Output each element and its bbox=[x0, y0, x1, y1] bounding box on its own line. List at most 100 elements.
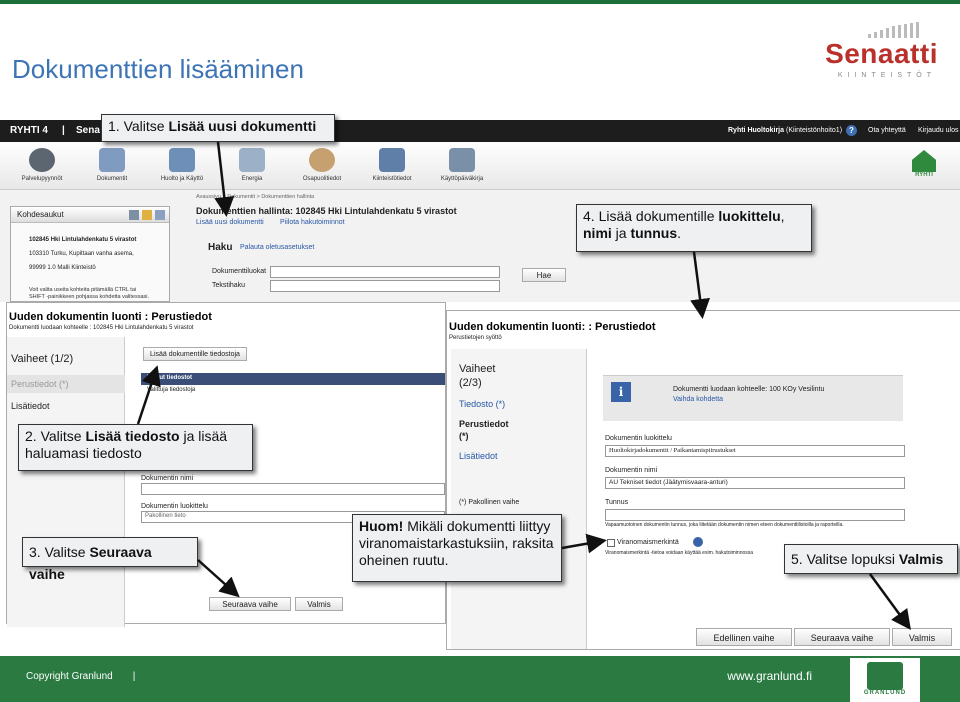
official-checkbox[interactable] bbox=[607, 539, 615, 547]
footer-bar: Copyright Granlund | www.granlund.fi bbox=[0, 656, 960, 702]
doc-name-input[interactable] bbox=[141, 483, 445, 495]
list-icon[interactable] bbox=[155, 210, 165, 220]
text-label: Tekstihaku bbox=[212, 282, 246, 289]
logo-bars-icon bbox=[868, 22, 919, 38]
required-note: (*) Pakollinen vaihe bbox=[459, 499, 520, 506]
main-toolbar: Palvelupyynnöt Dokumentit Huolto ja Käyt… bbox=[0, 142, 960, 190]
search-button[interactable]: Hae bbox=[522, 268, 566, 282]
help-icon[interactable]: ? bbox=[846, 125, 857, 136]
selected-files-header: Valitut tiedostot bbox=[141, 373, 445, 385]
add-file-button[interactable]: Lisää dokumentille tiedostoja bbox=[143, 347, 247, 361]
official-note: Viranomaismerkintä -tietoa voidaan käytt… bbox=[605, 550, 754, 556]
ryhti-home[interactable]: RYHTI bbox=[910, 150, 938, 186]
brand-separator: | bbox=[62, 125, 65, 136]
star-icon[interactable] bbox=[142, 210, 152, 220]
step1-steps-title: Vaiheet (1/2) bbox=[11, 353, 74, 365]
energy-chart-icon bbox=[239, 148, 265, 172]
info-box: i Dokumentti luodaan kohteelle: 100 KOy … bbox=[603, 375, 903, 421]
breadcrumb: Avaussivu > Dokumentit > Dokumenttien ha… bbox=[196, 194, 315, 200]
toolbar-kayttopaivakirja[interactable]: Käyttöpäiväkirja bbox=[432, 148, 492, 182]
step2-next-button[interactable]: Seuraava vaihe bbox=[794, 628, 890, 646]
info-icon: i bbox=[611, 382, 631, 402]
step2-id-label: Tunnus bbox=[605, 499, 629, 506]
step2-name-input[interactable]: AU Tekniset tiedot (Jäätymisvaara-anturi… bbox=[605, 477, 905, 489]
contact-link[interactable]: Ota yhteyttä bbox=[868, 127, 906, 134]
step2-step-file[interactable]: Tiedosto (*) bbox=[459, 399, 505, 409]
granlund-mark-icon bbox=[867, 662, 903, 690]
step2-window: Uuden dokumentin luonti: : Perustiedot P… bbox=[446, 310, 960, 650]
step2-subtitle: Perustietojen syöttö bbox=[449, 335, 502, 341]
step2-id-input[interactable] bbox=[605, 509, 905, 521]
step2-steps-title: Vaiheet bbox=[459, 363, 496, 375]
step2-steps-count: (2/3) bbox=[459, 377, 482, 389]
tree-panel: Kohdesaukut 102845 Hki Lintulahdenkatu 5… bbox=[10, 206, 170, 302]
house-icon bbox=[912, 150, 936, 172]
step2-class-select[interactable]: Huoltokirjadokumentit / Paikantamispiiru… bbox=[605, 445, 905, 457]
toolbar-kiinteistotiedot[interactable]: Kiinteistötiedot bbox=[362, 148, 422, 182]
user-role: (Kiinteistönhoito1) bbox=[786, 127, 843, 134]
selected-files-row: Valittuja tiedostoja bbox=[147, 387, 196, 393]
step2-step-basic-req: (*) bbox=[459, 431, 469, 441]
step2-title: Uuden dokumentin luonti: : Perustiedot bbox=[449, 321, 656, 333]
logo-sub: KIINTEISTÖT bbox=[837, 72, 936, 79]
tools-icon bbox=[169, 148, 195, 172]
step1-finish-button[interactable]: Valmis bbox=[295, 597, 343, 611]
toolbar-osapuolitiedot[interactable]: Osapuolitiedot bbox=[292, 148, 352, 182]
hide-search-link[interactable]: Piilota hakutoiminnot bbox=[280, 219, 345, 226]
tree-item[interactable]: 102845 Hki Lintulahdenkatu 5 virastot bbox=[29, 237, 136, 243]
toolbar-huolto[interactable]: Huolto ja Käyttö bbox=[152, 148, 212, 182]
callout-step5: 5. Valitse lopuksi Valmis bbox=[784, 544, 958, 574]
app-brand: RYHTI 4 bbox=[10, 125, 48, 136]
class-label: Dokumenttiluokat bbox=[212, 268, 267, 275]
class-select[interactable] bbox=[270, 266, 500, 278]
step1-step-basic[interactable]: Perustiedot (*) bbox=[11, 379, 69, 389]
slide-title: Dokumenttien lisääminen bbox=[12, 54, 304, 84]
search-title: Haku bbox=[208, 242, 233, 253]
website-link[interactable]: www.granlund.fi bbox=[727, 669, 812, 683]
step2-step-basic[interactable]: Perustiedot bbox=[459, 419, 509, 429]
step1-step-extra[interactable]: Lisätiedot bbox=[11, 401, 50, 411]
folder-icon bbox=[99, 148, 125, 172]
tree-hint: Voit valita useita kohteita pitämällä CT… bbox=[29, 287, 137, 293]
step1-title: Uuden dokumentin luonti : Perustiedot bbox=[9, 311, 212, 323]
callout-step2: 2. Valitse Lisää tiedosto ja lisää haluam… bbox=[18, 424, 253, 471]
info-text: Dokumentti luodaan kohteelle: 100 KOy Ve… bbox=[673, 386, 825, 393]
callout-step1: 1. Valitse Lisää uusi dokumentti bbox=[101, 114, 335, 142]
callout-step3: 3. Valitse Seuraava vaihe bbox=[22, 537, 198, 582]
hallinta-panel: Avaussivu > Dokumentit > Dokumenttien ha… bbox=[190, 192, 520, 304]
toolbar-energia[interactable]: Energia bbox=[222, 148, 282, 182]
home-icon[interactable] bbox=[129, 210, 139, 220]
building-icon bbox=[379, 148, 405, 172]
official-label: Viranomaismerkintä bbox=[617, 539, 679, 546]
step2-class-label: Dokumentin luokittelu bbox=[605, 435, 672, 442]
step1-subtitle: Dokumentti luodaan kohteelle : 102845 Hk… bbox=[9, 325, 194, 331]
tree-item[interactable]: 99999 1.0 Malli Kiinteistö bbox=[29, 265, 96, 271]
step2-finish-button[interactable]: Valmis bbox=[892, 628, 952, 646]
toolbar-dokumentit[interactable]: Dokumentit bbox=[82, 148, 142, 182]
logo-name: Senaatti bbox=[825, 38, 938, 69]
tree-item[interactable]: 103310 Turku, Kupittaan vanha asema, bbox=[29, 251, 134, 257]
hallinta-title: Dokumenttien hallinta: 102845 Hki Lintul… bbox=[196, 206, 457, 216]
toolbar-palvelupyynnot[interactable]: Palvelupyynnöt bbox=[12, 148, 72, 182]
reset-link[interactable]: Palauta oletusasetukset bbox=[240, 244, 314, 251]
logout-link[interactable]: Kirjaudu ulos bbox=[918, 127, 958, 134]
change-target-link[interactable]: Vaihda kohdetta bbox=[673, 396, 723, 403]
user-name: Ryhti Huoltokirja bbox=[728, 127, 785, 134]
person-icon bbox=[309, 148, 335, 172]
step2-name-label: Dokumentin nimi bbox=[605, 467, 658, 474]
add-document-link[interactable]: Lisää uusi dokumentti bbox=[196, 219, 264, 226]
step2-step-extra[interactable]: Lisätiedot bbox=[459, 451, 498, 461]
senaatti-logo: Senaatti KIINTEISTÖT bbox=[818, 12, 938, 82]
doc-class-label: Dokumentin luokittelu bbox=[141, 503, 208, 510]
previous-step-button[interactable]: Edellinen vaihe bbox=[696, 628, 792, 646]
official-info-icon[interactable] bbox=[693, 537, 703, 547]
book-icon bbox=[449, 148, 475, 172]
step1-next-button[interactable]: Seuraava vaihe bbox=[209, 597, 291, 611]
phone-icon bbox=[29, 148, 55, 172]
granlund-logo: GRANLUND bbox=[850, 658, 920, 702]
tree-hint: SHIFT -painikkeen pohjassa kohdetta vali… bbox=[29, 294, 150, 300]
id-note: Vapaamuotoinen dokumentin tunnus, joka l… bbox=[605, 522, 844, 528]
callout-step4: 4. Lisää dokumentille luokittelu, nimi ja… bbox=[576, 204, 812, 252]
text-search-input[interactable] bbox=[270, 280, 500, 292]
callout-note: Huom! Mikäli dokumentti liittyy viranomai… bbox=[352, 514, 562, 582]
